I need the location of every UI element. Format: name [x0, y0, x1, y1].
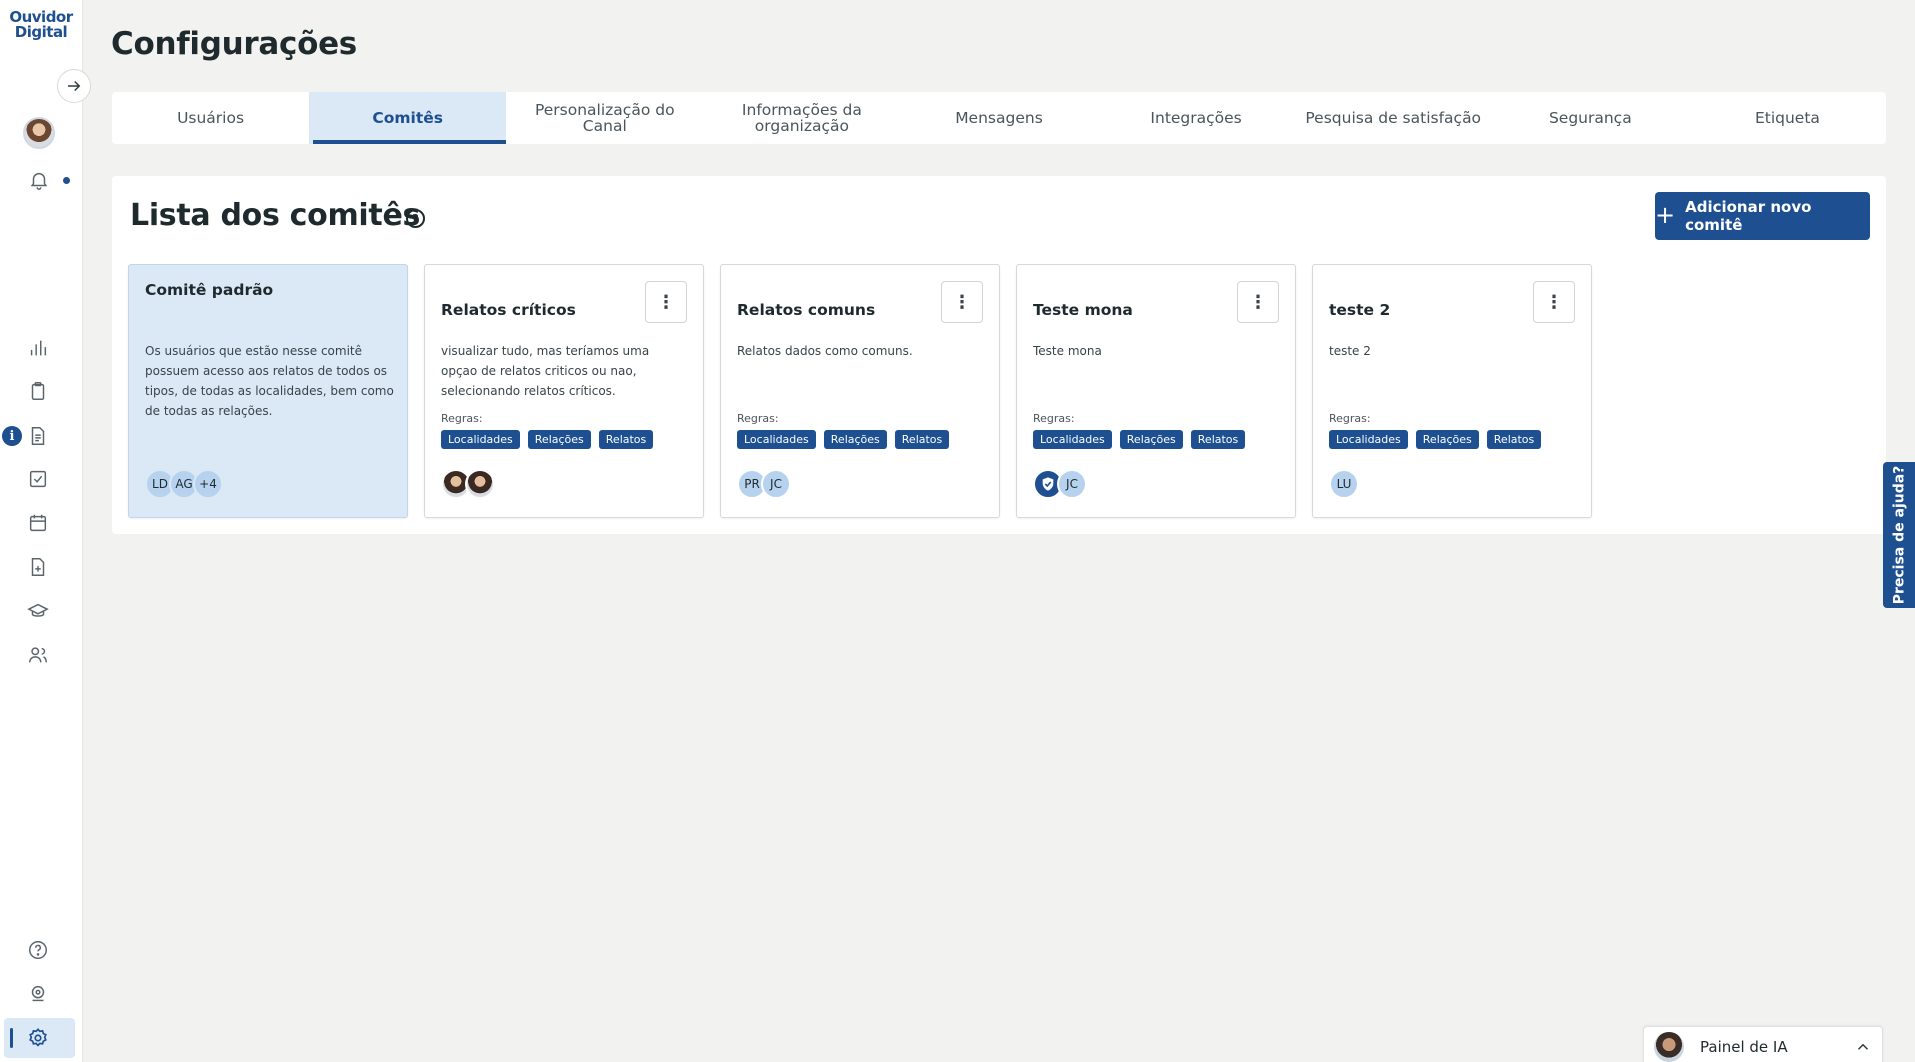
tab-integracoes[interactable]: Integrações: [1098, 92, 1295, 144]
rule-tag: Localidades: [737, 430, 816, 449]
avatar: LU: [1329, 469, 1359, 499]
member-avatars: LD AG +4: [145, 469, 223, 499]
rules-label: Regras:: [1033, 412, 1075, 425]
committee-title: Relatos comuns: [737, 301, 876, 319]
tab-etiqueta[interactable]: Etiqueta: [1689, 92, 1886, 144]
rules-label: Regras:: [1329, 412, 1371, 425]
tab-pesquisa-de-satisfacao[interactable]: Pesquisa de satisfação: [1295, 92, 1492, 144]
rules-list: Localidades Relações Relatos: [441, 430, 654, 449]
tab-personalizacao-do-canal[interactable]: Personalização do Canal: [506, 92, 703, 144]
rule-tag: Relatos: [598, 430, 654, 449]
rule-tag: Relatos: [894, 430, 950, 449]
tab-mensagens[interactable]: Mensagens: [900, 92, 1097, 144]
settings-tabs: Usuários Comitês Personalização do Canal…: [112, 92, 1886, 144]
help-icon[interactable]: ?: [406, 209, 425, 228]
file-plus-icon[interactable]: [27, 556, 49, 578]
tab-informacoes-da-organizacao[interactable]: Informações da organização: [703, 92, 900, 144]
rule-tag: Localidades: [1033, 430, 1112, 449]
committee-title: Teste mona: [1033, 301, 1133, 319]
rules-label: Regras:: [737, 412, 779, 425]
rule-tag: Localidades: [441, 430, 520, 449]
rule-tag: Localidades: [1329, 430, 1408, 449]
committee-description: Relatos dados como comuns.: [737, 344, 913, 358]
help-side-label: Precisa de ajuda?: [1891, 465, 1908, 605]
rules-label: Regras:: [441, 412, 483, 425]
chevron-up-icon[interactable]: [1854, 1038, 1872, 1056]
tab-usuarios[interactable]: Usuários: [112, 92, 309, 144]
more-options-button[interactable]: ⋮: [1533, 281, 1575, 323]
arrow-right-icon: [68, 80, 81, 92]
rules-list: Localidades Relações Relatos: [737, 430, 950, 449]
users-icon[interactable]: [27, 644, 49, 666]
user-avatar[interactable]: [23, 117, 55, 149]
logo[interactable]: Ouvidor Digital: [8, 10, 74, 40]
rules-list: Localidades Relações Relatos: [1329, 430, 1542, 449]
member-avatars: PR JC: [737, 469, 791, 499]
graduation-cap-icon[interactable]: [27, 600, 49, 622]
committee-description: teste 2: [1329, 344, 1371, 358]
committee-card[interactable]: Relatos críticos ⋮ visualizar tudo, mas …: [424, 264, 704, 518]
committee-title: Relatos críticos: [441, 301, 576, 319]
committee-card[interactable]: teste 2 ⋮ teste 2 Regras: Localidades Re…: [1312, 264, 1592, 518]
notification-dot: [63, 177, 70, 184]
help-side-tab[interactable]: Precisa de ajuda?: [1883, 462, 1915, 608]
rule-tag: Relatos: [1486, 430, 1542, 449]
calendar-icon[interactable]: [27, 512, 49, 534]
sidebar: Ouvidor Digital i: [0, 0, 83, 1062]
rule-tag: Relações: [527, 430, 591, 449]
rules-list: Localidades Relações Relatos: [1033, 430, 1246, 449]
rule-tag: Relatos: [1190, 430, 1246, 449]
more-options-button[interactable]: ⋮: [941, 281, 983, 323]
add-committee-button[interactable]: + Adicionar novo comitê: [1655, 192, 1870, 240]
committee-description: Os usuários que estão nesse comitê possu…: [145, 344, 394, 418]
tab-comites[interactable]: Comitês: [309, 92, 507, 144]
expand-sidebar-button[interactable]: [57, 69, 91, 103]
settings-icon[interactable]: [27, 1027, 49, 1049]
plus-icon: +: [1655, 201, 1676, 229]
page-title: Configurações: [111, 26, 357, 62]
checkbox-icon[interactable]: [27, 468, 49, 490]
committees-panel: Lista dos comitês ? + Adicionar novo com…: [112, 176, 1886, 534]
committee-title: teste 2: [1329, 301, 1391, 319]
more-options-button[interactable]: ⋮: [1237, 281, 1279, 323]
committee-description: visualizar tudo, mas teríamos uma opçao …: [441, 344, 650, 398]
avatar: [465, 469, 495, 499]
member-avatars: JC: [1033, 469, 1087, 499]
rule-tag: Relações: [823, 430, 887, 449]
document-icon[interactable]: [27, 425, 49, 447]
bar-chart-icon[interactable]: [27, 337, 49, 359]
more-options-button[interactable]: ⋮: [645, 281, 687, 323]
committee-card[interactable]: Teste mona ⋮ Teste mona Regras: Localida…: [1016, 264, 1296, 518]
committees-title: Lista dos comitês: [130, 198, 421, 233]
committee-title: Comitê padrão: [145, 281, 274, 299]
tab-seguranca[interactable]: Segurança: [1492, 92, 1689, 144]
committee-card-default[interactable]: Comitê padrão Os usuários que estão ness…: [128, 264, 408, 518]
ai-avatar: [1654, 1031, 1684, 1062]
bell-icon[interactable]: [28, 169, 50, 195]
avatar: JC: [761, 469, 791, 499]
avatar: JC: [1057, 469, 1087, 499]
member-avatars: LU: [1329, 469, 1359, 499]
help-circle-icon[interactable]: [27, 939, 49, 961]
committee-description: Teste mona: [1033, 344, 1102, 358]
add-committee-label: Adicionar novo comitê: [1685, 198, 1812, 234]
rule-tag: Relações: [1415, 430, 1479, 449]
rule-tag: Relações: [1119, 430, 1183, 449]
committee-card[interactable]: Relatos comuns ⋮ Relatos dados como comu…: [720, 264, 1000, 518]
member-avatars: [441, 469, 495, 499]
info-icon[interactable]: i: [2, 426, 22, 446]
clipboard-icon[interactable]: [27, 380, 49, 402]
ai-panel[interactable]: Painel de IA: [1643, 1026, 1883, 1062]
location-icon[interactable]: [27, 983, 49, 1005]
ai-panel-label: Painel de IA: [1700, 1037, 1788, 1056]
avatar-more-count: +4: [193, 469, 223, 499]
